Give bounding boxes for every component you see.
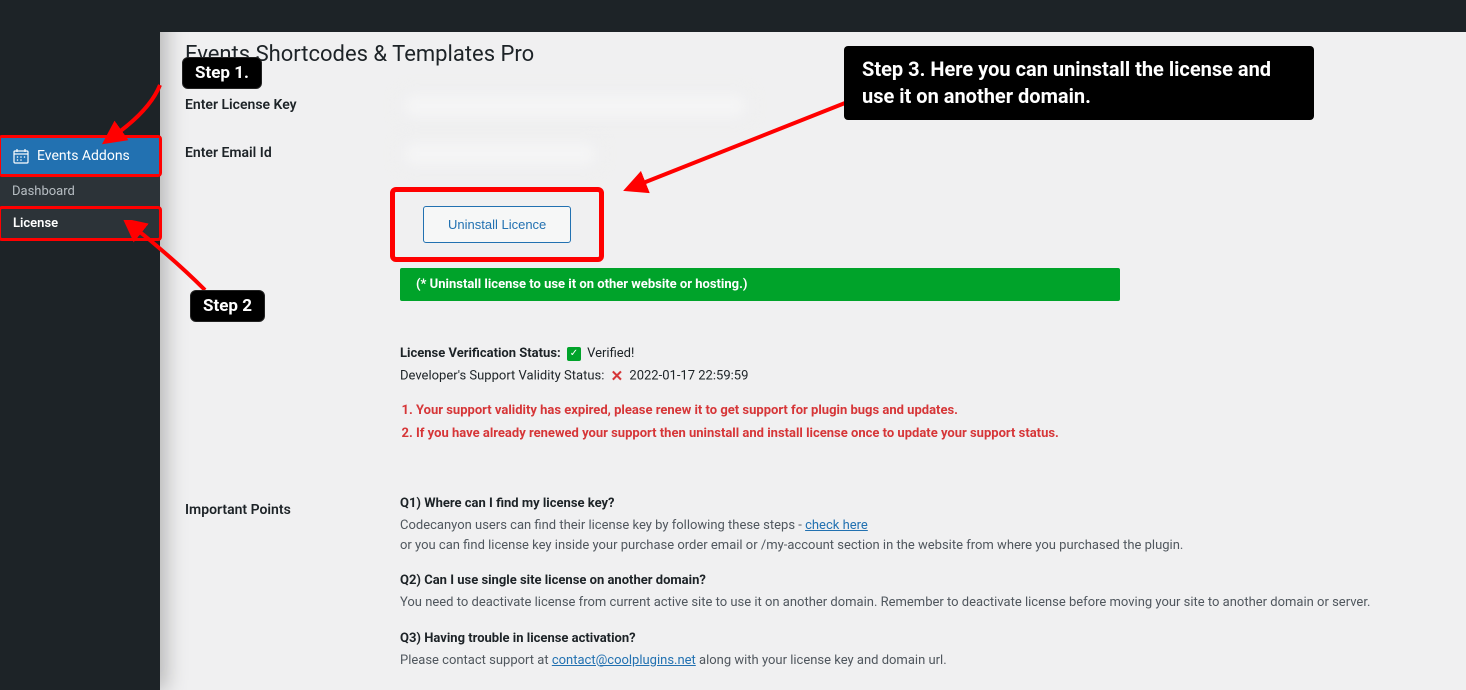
- step3-badge: Step 3. Here you can uninstall the licen…: [844, 46, 1314, 120]
- highlight-uninstall-button: Uninstall Licence: [390, 187, 604, 262]
- sidebar-blur-area: [0, 32, 160, 135]
- faq-q3: Q3) Having trouble in license activation…: [400, 631, 1441, 646]
- uninstall-notice: (* Uninstall license to use it on other …: [400, 268, 1120, 301]
- input-email[interactable]: [400, 139, 600, 169]
- important-points-row: Important Points Q1) Where can I find my…: [185, 496, 1441, 670]
- faq-a1: Codecanyon users can find their license …: [400, 516, 1441, 555]
- label-license-key: Enter License Key: [185, 91, 400, 121]
- contact-email-link[interactable]: contact@coolplugins.net: [552, 653, 696, 668]
- sidebar-sub-license[interactable]: License: [1, 209, 159, 238]
- faq-q2: Q2) Can I use single site license on ano…: [400, 573, 1441, 588]
- faq-a2: You need to deactivate license from curr…: [400, 593, 1441, 613]
- sidebar-sub-dashboard[interactable]: Dashboard: [0, 177, 160, 206]
- verification-status: License Verification Status: ✓ Verified!: [400, 346, 1441, 361]
- faq-a3: Please contact support at contact@coolpl…: [400, 651, 1441, 671]
- faq-q1: Q1) Where can I find my license key?: [400, 496, 1441, 511]
- check-here-link[interactable]: check here: [805, 518, 868, 533]
- warning-item: If you have already renewed your support…: [416, 426, 1441, 441]
- row-email: Enter Email Id: [185, 139, 1441, 169]
- input-license-key[interactable]: [400, 91, 750, 121]
- faq-content: Q1) Where can I find my license key? Cod…: [400, 496, 1441, 670]
- admin-sidebar: Events Addons Dashboard License: [0, 0, 160, 690]
- highlight-events-addons: Events Addons: [0, 135, 162, 177]
- sidebar-submenu: Dashboard License: [0, 177, 160, 241]
- uninstall-license-button[interactable]: Uninstall Licence: [423, 206, 571, 243]
- admin-top-bar: [0, 0, 1466, 32]
- label-email: Enter Email Id: [185, 139, 400, 169]
- support-status: Developer's Support Validity Status: ✕ 2…: [400, 367, 1441, 385]
- sidebar-item-events-addons[interactable]: Events Addons: [1, 138, 159, 174]
- label-important: Important Points: [185, 496, 400, 670]
- step2-badge: Step 2: [190, 290, 265, 322]
- highlight-license: License: [0, 206, 162, 241]
- row-uninstall: Uninstall Licence: [185, 187, 1441, 262]
- step1-badge: Step 1.: [182, 57, 262, 89]
- status-section: License Verification Status: ✓ Verified!…: [400, 346, 1441, 441]
- check-icon: ✓: [567, 347, 581, 361]
- warnings-list: Your support validity has expired, pleas…: [400, 403, 1441, 441]
- warning-item: Your support validity has expired, pleas…: [416, 403, 1441, 418]
- sidebar-item-label: Events Addons: [37, 148, 130, 164]
- x-icon: ✕: [611, 367, 624, 385]
- calendar-icon: [11, 146, 31, 166]
